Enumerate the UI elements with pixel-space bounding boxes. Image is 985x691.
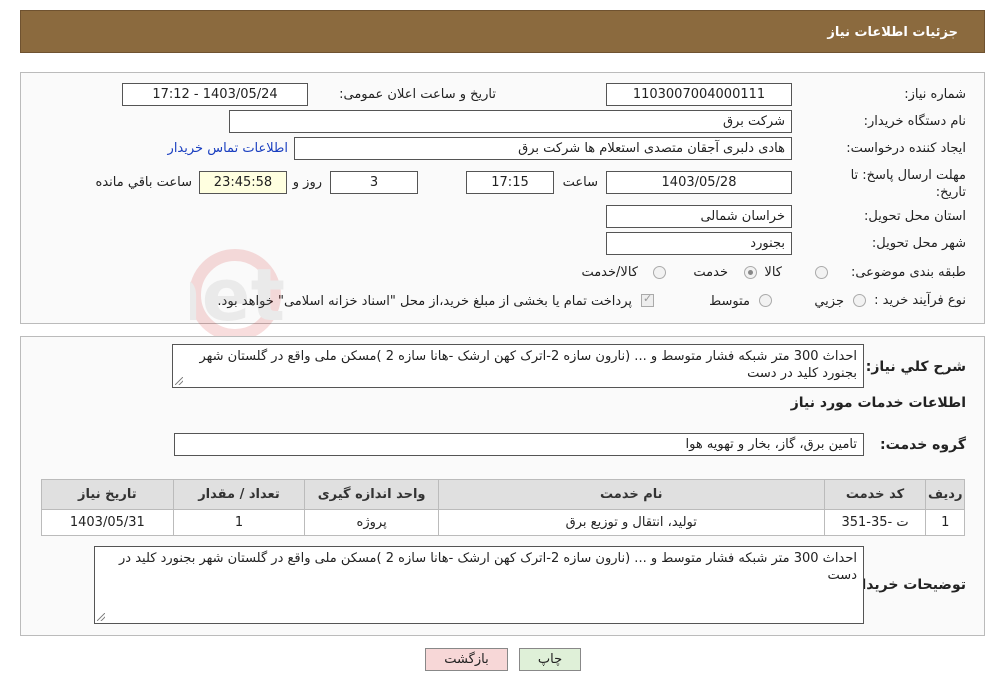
deadline-label: مهلت ارسال پاسخ: تا تاریخ: (850, 168, 966, 200)
category-option-service: خدمت (693, 265, 728, 280)
buyer-notes-textarea[interactable]: احداث 300 متر شبکه فشار متوسط و ... (نار… (94, 546, 864, 624)
process-label: نوع فرآیند خرید : (874, 293, 966, 308)
resize-handle-icon[interactable] (97, 613, 105, 621)
col-row: ردیف (925, 479, 965, 510)
page-title: جزئیات اطلاعات نیاز (827, 25, 958, 40)
process-option-medium: متوسط (709, 294, 750, 309)
services-table: ردیف کد خدمت نام خدمت واحد اندازه گیری ت… (41, 479, 965, 536)
need-summary-panel: شرح کلي نیاز: احداث 300 متر شبکه فشار مت… (20, 336, 985, 636)
buyer-org-label: نام دستگاه خریدار: (863, 114, 966, 129)
announce-datetime-field[interactable]: 1403/05/24 - 17:12 (122, 83, 308, 106)
process-radio-minor[interactable] (853, 294, 866, 307)
category-radio-goods[interactable] (815, 266, 828, 279)
page-header: جزئیات اطلاعات نیاز (20, 10, 985, 53)
need-number-label: شماره نیاز: (904, 87, 966, 102)
need-details-panel: شماره نیاز: 1103007004000111 تاریخ و ساع… (20, 72, 985, 324)
remaining-time-field: 23:45:58 (199, 171, 287, 194)
cell-need-date: 1403/05/31 (41, 509, 174, 536)
process-radio-medium[interactable] (759, 294, 772, 307)
province-label: استان محل تحویل: (864, 209, 966, 224)
treasury-payment-checkbox[interactable] (641, 292, 654, 307)
cell-quantity: 1 (172, 509, 306, 536)
days-label: روز و (292, 175, 322, 190)
creator-field[interactable]: هادی دلبری آجقان متصدی استعلام ها شرکت ب… (294, 137, 792, 160)
province-field[interactable]: خراسان شمالی (606, 205, 792, 228)
back-button[interactable]: بازگشت (425, 648, 508, 671)
buyer-contact-link[interactable]: اطلاعات تماس خریدار (168, 141, 288, 156)
city-label: شهر محل تحویل: (871, 236, 966, 251)
services-title: اطلاعات خدمات مورد نیاز (790, 395, 966, 411)
remaining-label: ساعت باقي مانده (95, 175, 192, 190)
category-option-goods: کالا (764, 265, 782, 280)
col-unit: واحد اندازه گیری (304, 479, 439, 510)
cell-service-name: تولید، انتقال و توزیع برق (437, 509, 825, 536)
category-label: طبقه بندی موضوعی: (850, 265, 966, 280)
deadline-time-field[interactable]: 17:15 (466, 171, 554, 194)
general-desc-text: احداث 300 متر شبکه فشار متوسط و ... (نار… (199, 349, 857, 381)
print-button[interactable]: چاپ (519, 648, 581, 671)
payment-note: پرداخت تمام یا بخشی از مبلغ خرید،از محل … (217, 294, 632, 309)
service-group-label: گروه خدمت: (880, 437, 966, 453)
cell-row: 1 (925, 509, 965, 536)
col-need-date: تاریخ نیاز (41, 479, 174, 510)
service-group-field[interactable]: تامین برق، گاز، بخار و تهویه هوا (174, 433, 864, 456)
need-number-field[interactable]: 1103007004000111 (606, 83, 792, 106)
general-desc-label: شرح کلي نیاز: (865, 359, 966, 375)
city-field[interactable]: بجنورد (606, 232, 792, 255)
col-quantity: تعداد / مقدار (172, 479, 306, 510)
process-option-minor: جزیي (814, 294, 844, 309)
deadline-time-label: ساعت (562, 175, 598, 190)
category-radio-goods-service[interactable] (653, 266, 666, 279)
announce-label: تاریخ و ساعت اعلان عمومی: (339, 87, 496, 102)
services-table-header: ردیف کد خدمت نام خدمت واحد اندازه گیری ت… (41, 479, 965, 510)
creator-label: ایجاد کننده درخواست: (846, 141, 966, 156)
cell-service-code: ت -35-351 (823, 509, 927, 536)
category-radio-service[interactable] (744, 266, 757, 279)
table-row: 1 ت -35-351 تولید، انتقال و توزیع برق پر… (41, 509, 965, 536)
category-option-goods-service: کالا/خدمت (581, 265, 638, 280)
buyer-org-field[interactable]: شرکت برق (229, 110, 792, 133)
deadline-date-field[interactable]: 1403/05/28 (606, 171, 792, 194)
cell-unit: پروژه (304, 509, 439, 536)
col-service-name: نام خدمت (437, 479, 825, 510)
col-service-code: کد خدمت (823, 479, 927, 510)
buyer-notes-text: احداث 300 متر شبکه فشار متوسط و ... (نار… (119, 551, 857, 583)
general-desc-textarea[interactable]: احداث 300 متر شبکه فشار متوسط و ... (نار… (172, 344, 864, 388)
resize-handle-icon[interactable] (175, 377, 183, 385)
days-field[interactable]: 3 (330, 171, 418, 194)
buyer-notes-label: توضیحات خریدار: (847, 577, 966, 593)
